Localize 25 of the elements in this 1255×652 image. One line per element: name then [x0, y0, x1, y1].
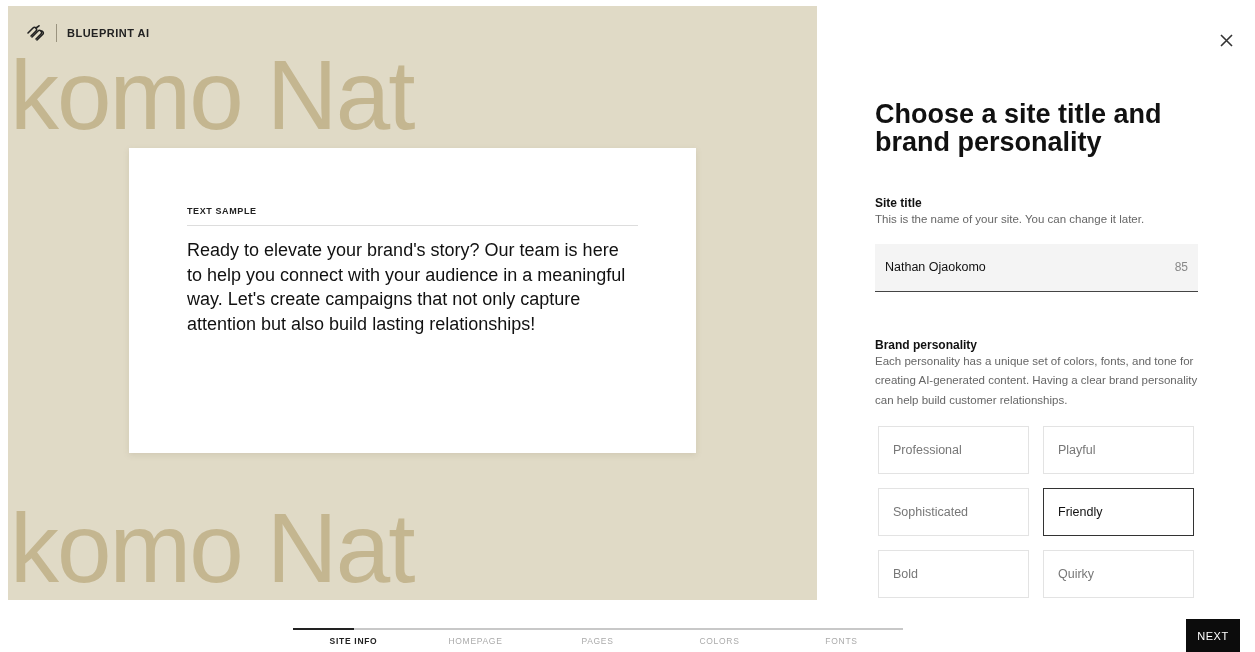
step-tab[interactable]: SITE INFO	[329, 636, 378, 646]
panel-heading: Choose a site title and brand personality	[875, 100, 1163, 156]
next-button[interactable]: NEXT	[1186, 619, 1240, 652]
personality-option[interactable]: Bold	[878, 550, 1029, 598]
step-tab[interactable]: PAGES	[581, 636, 614, 646]
step-tab[interactable]: FONTS	[825, 636, 858, 646]
sample-label: TEXT SAMPLE	[187, 206, 638, 226]
close-button[interactable]	[1218, 32, 1235, 49]
logo-icon	[26, 25, 46, 41]
close-icon	[1220, 34, 1233, 47]
step-tab[interactable]: HOMEPAGE	[448, 636, 503, 646]
personality-option[interactable]: Friendly	[1043, 488, 1194, 536]
personality-option[interactable]: Sophisticated	[878, 488, 1029, 536]
personality-option[interactable]: Quirky	[1043, 550, 1194, 598]
field-hint: This is the name of your site. You can change it later.	[875, 212, 1146, 227]
section-label: Brand personality	[875, 337, 979, 352]
character-counter: 85	[1174, 260, 1188, 274]
site-title-field[interactable]: Nathan Ojaokomo 85	[875, 243, 1198, 292]
personality-option[interactable]: Playful	[1043, 426, 1194, 474]
brand-name: BLUEPRINT AI	[67, 27, 150, 39]
sample-text: Ready to elevate your brand's story? Our team is here to help you connect with your audience in a meaningful way. Let's create campaigns that not only capture attention but also build lasting relationships!	[187, 239, 627, 336]
step-tab[interactable]: COLORS	[699, 636, 740, 646]
personality-option[interactable]: Professional	[878, 426, 1029, 474]
field-label: Site title	[875, 196, 923, 210]
section-hint: Each personality has a unique set of colors, fonts, and tone for creating AI-generated content. Having a clear brand personality can help build customer relationships.	[875, 353, 1199, 408]
